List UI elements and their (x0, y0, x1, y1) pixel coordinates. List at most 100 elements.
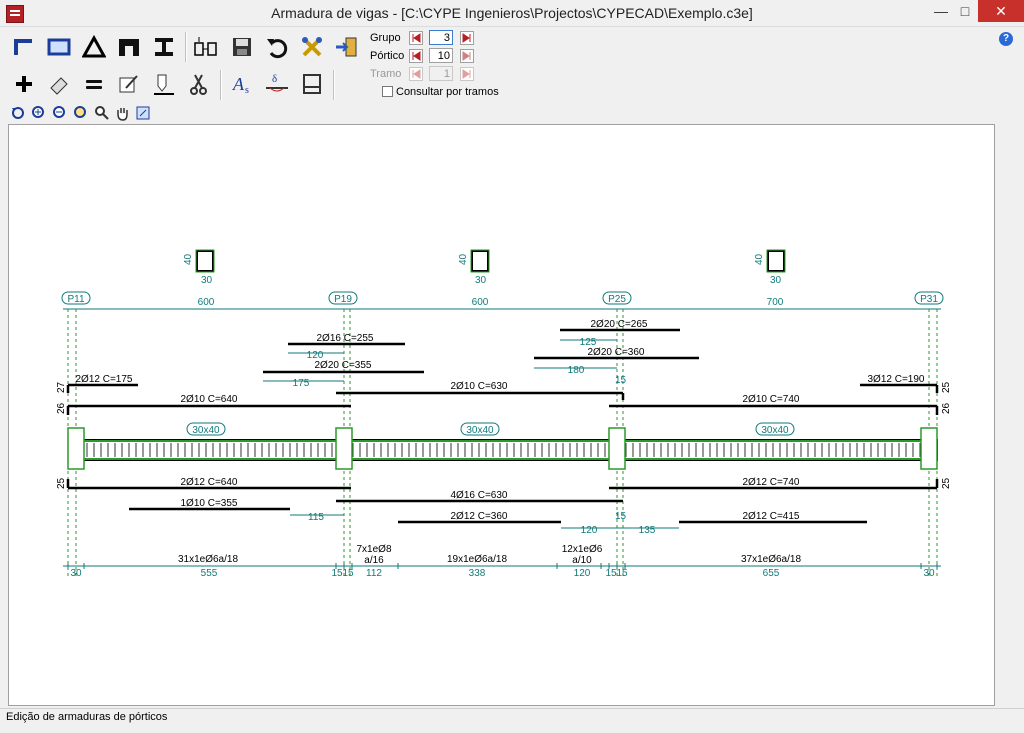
svg-text:s: s (245, 85, 249, 96)
beam-select-icon[interactable] (10, 33, 38, 61)
zoom-magnifier-icon[interactable] (93, 104, 111, 122)
undo-icon[interactable] (263, 33, 291, 61)
pan-hand-icon[interactable] (113, 104, 131, 122)
grupo-label: Grupo (370, 32, 401, 44)
status-text: Edição de armaduras de pórticos (6, 711, 168, 723)
svg-text:A: A (232, 74, 245, 94)
zoom-out-icon[interactable] (51, 104, 69, 122)
beam-section-tag[interactable]: 30x40 (460, 422, 500, 436)
title-bar: Armadura de vigas - [C:\CYPE Ingenieros\… (0, 0, 1024, 27)
column-tag[interactable]: P31 (914, 291, 944, 305)
consultar-checkbox[interactable] (382, 86, 393, 97)
bar-label: 2Ø20 C=265 (591, 319, 648, 330)
column-tag-label: P11 (67, 294, 84, 305)
maximize-button[interactable]: □ (950, 0, 980, 22)
beam-section-tag[interactable]: 30x40 (186, 422, 226, 436)
grupo-input[interactable]: 3 (429, 30, 453, 45)
steel-area-icon[interactable]: As (228, 70, 256, 98)
eraser-icon[interactable] (45, 70, 73, 98)
tramo-prev-button[interactable] (409, 67, 423, 81)
zoom-window-icon[interactable] (72, 104, 90, 122)
bar-label: 1Ø10 C=355 (181, 498, 238, 509)
bar-label: 2Ø16 C=255 (317, 333, 374, 344)
grupo-next-button[interactable] (460, 31, 474, 45)
anchor-length: 175 (293, 378, 310, 389)
stirrup-dim: 15 (616, 568, 628, 579)
stirrup-dim: 15 (605, 568, 617, 579)
column-section-height: 40 (183, 253, 194, 265)
column-section: 40 30 (754, 249, 786, 286)
bar-label: 2Ø10 C=630 (451, 381, 508, 392)
side-length: 25 (941, 381, 952, 393)
stirrup-label: 7x1eØ8 (356, 544, 391, 555)
tramo-next-button[interactable] (460, 67, 474, 81)
stirrup-dim: 30 (70, 568, 82, 579)
grupo-prev-button[interactable] (409, 31, 423, 45)
side-length: 26 (941, 402, 952, 414)
edit-icon[interactable] (115, 70, 143, 98)
close-button[interactable]: ✕ (978, 0, 1024, 22)
beam-section-label: 30x40 (466, 425, 494, 436)
equal-bars-icon[interactable] (80, 70, 108, 98)
bar-label: 2Ø12 C=740 (743, 477, 800, 488)
portico-prev-button[interactable] (409, 49, 423, 63)
span-length: 600 (472, 297, 489, 308)
tramo-input[interactable]: 1 (429, 66, 453, 81)
frame-section-icon[interactable] (115, 33, 143, 61)
span-length: 700 (767, 297, 784, 308)
deflection-icon[interactable]: δ (263, 70, 291, 98)
stirrup-dim: 15 (342, 568, 354, 579)
help-icon[interactable]: ? (999, 32, 1013, 46)
column-tag[interactable]: P19 (328, 291, 358, 305)
bar-label: 2Ø20 C=360 (588, 347, 645, 358)
tramo-label: Tramo (370, 68, 402, 80)
column-tag-label: P19 (334, 294, 352, 305)
beam-body[interactable] (68, 439, 938, 461)
svg-text:δ: δ (272, 73, 277, 85)
zoom-in-icon[interactable] (30, 104, 48, 122)
add-icon[interactable] (10, 70, 38, 98)
zoom-extents-icon[interactable] (134, 104, 152, 122)
side-length: 26 (56, 402, 67, 414)
column-section-width: 30 (475, 275, 487, 286)
bar-label: 2Ø12 C=175 (76, 374, 133, 385)
anchor-length: 15 (615, 511, 627, 522)
column-section: 40 30 (458, 249, 490, 286)
portico-input[interactable]: 10 (429, 48, 453, 63)
triangle-icon[interactable] (80, 33, 108, 61)
toolbar-separator (185, 32, 187, 62)
column-tag[interactable]: P11 (61, 291, 91, 305)
insert-column-icon[interactable] (192, 33, 220, 61)
save-icon[interactable] (228, 33, 256, 61)
bar-label: 2Ø12 C=415 (743, 511, 800, 522)
side-length: 25 (56, 477, 67, 489)
pen-bar-icon[interactable] (150, 70, 178, 98)
stirrup-label: 37x1eØ6a/18 (741, 554, 801, 565)
bar-label: 4Ø16 C=630 (451, 490, 508, 501)
column-section-height: 40 (754, 253, 765, 265)
section-view-icon[interactable] (298, 70, 326, 98)
stirrup-dim: 112 (366, 568, 382, 579)
tools-icon[interactable] (298, 33, 326, 61)
rectangle-icon[interactable] (45, 33, 73, 61)
zoom-redraw-icon[interactable] (9, 104, 27, 122)
exit-icon[interactable] (333, 33, 361, 61)
i-beam-icon[interactable] (150, 33, 178, 61)
anchor-length: 15 (615, 375, 627, 386)
column-section-width: 30 (201, 275, 213, 286)
side-length: 25 (941, 477, 952, 489)
portico-next-button[interactable] (460, 49, 474, 63)
beam-section-tag[interactable]: 30x40 (755, 422, 795, 436)
drawing-canvas[interactable]: 40 30 40 30 40 30 P11 P19 P25 P31 600 60… (8, 124, 995, 706)
anchor-length: 135 (639, 525, 656, 536)
stirrup-label: 12x1eØ6 (562, 544, 603, 555)
scissors-icon[interactable] (185, 70, 213, 98)
stirrup-dim: 120 (574, 568, 591, 579)
stirrup-dim: 555 (201, 568, 218, 579)
span-length: 600 (198, 297, 215, 308)
anchor-length: 115 (308, 512, 324, 523)
column-tag[interactable]: P25 (602, 291, 632, 305)
toolbar-separator (333, 70, 335, 100)
column-section: 40 30 (183, 249, 215, 286)
bar-label: 3Ø12 C=190 (868, 374, 925, 385)
